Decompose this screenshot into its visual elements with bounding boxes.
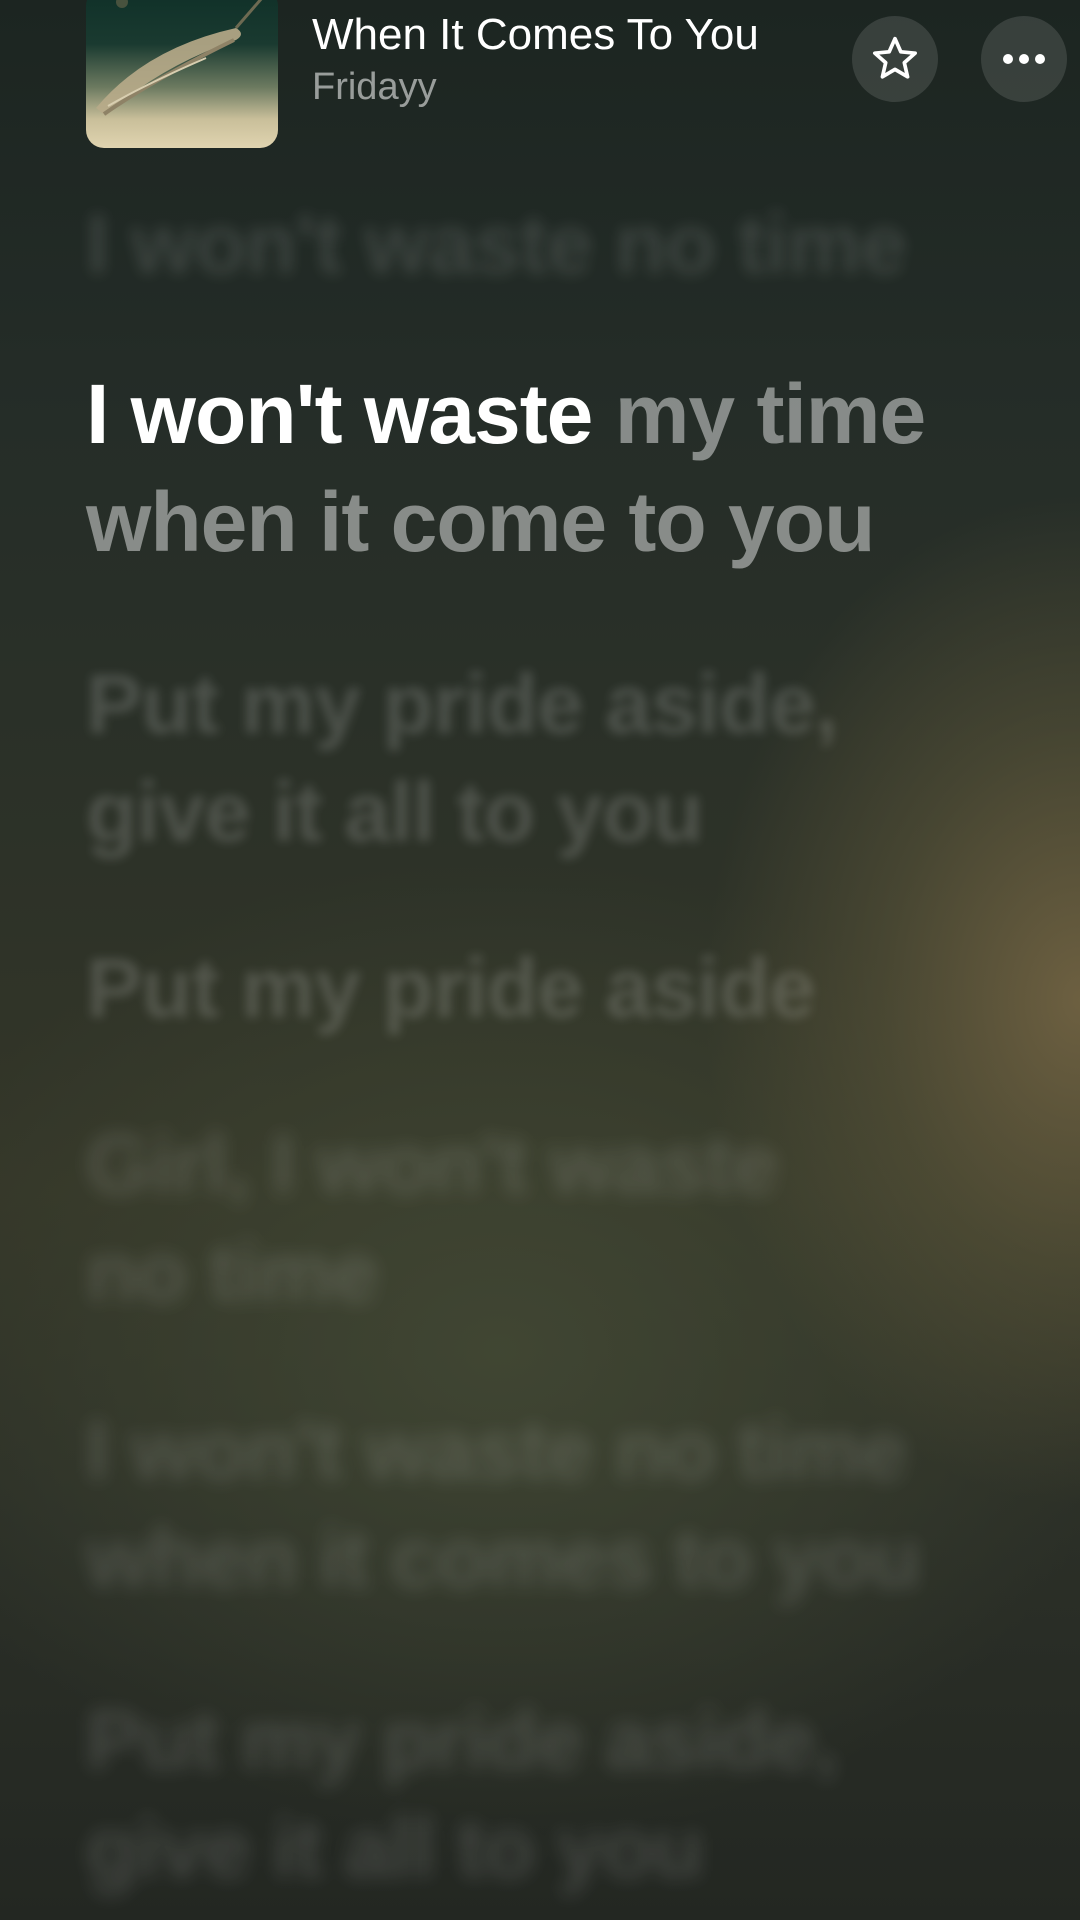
lyric-line-upcoming[interactable]: Girl, I won't waste no time: [86, 1110, 779, 1326]
lyric-text: Girl, I won't waste: [86, 1117, 779, 1211]
favorite-button[interactable]: [852, 16, 938, 102]
lyric-line-previous[interactable]: I won't waste no time: [86, 190, 907, 298]
hammock-artwork-image: [96, 0, 263, 116]
lyric-line-current[interactable]: I won't waste my time when it come to yo…: [86, 360, 926, 576]
lyric-text: I won't waste no time: [86, 197, 907, 291]
lyric-current-line-1: I won't waste my time: [86, 360, 926, 468]
lyric-line-upcoming[interactable]: Put my pride aside, give it all to you: [86, 650, 838, 866]
lyric-text: no time: [86, 1225, 379, 1319]
lyric-text: when it comes to you: [86, 1511, 921, 1605]
now-playing-header: When It Comes To You Fridayy: [0, 0, 1080, 150]
lyric-sung-text: I won't waste: [86, 367, 593, 461]
star-icon: [873, 36, 917, 79]
album-artwork[interactable]: [86, 0, 278, 148]
lyric-current-line-2: when it come to you: [86, 475, 875, 569]
lyric-text: Put my pride aside,: [86, 657, 838, 751]
lyric-text: give it all to you: [86, 765, 704, 859]
lyric-text: Put my pride aside: [86, 941, 816, 1035]
artist-name[interactable]: Fridayy: [312, 66, 437, 109]
lyric-line-upcoming[interactable]: Put my pride aside, give it all to you: [86, 1686, 838, 1902]
lyric-text: Put my pride aside,: [86, 1693, 838, 1787]
lyric-unsung-text: my time: [592, 367, 926, 461]
more-horizontal-icon: [1003, 54, 1045, 64]
lyric-text: give it all to you: [86, 1801, 704, 1895]
lyric-line-upcoming[interactable]: I won't waste no time when it comes to y…: [86, 1396, 921, 1612]
song-title[interactable]: When It Comes To You: [312, 10, 759, 60]
more-options-button[interactable]: [981, 16, 1067, 102]
lyric-text: I won't waste no time: [86, 1403, 907, 1497]
lyric-line-upcoming[interactable]: Put my pride aside: [86, 934, 816, 1042]
